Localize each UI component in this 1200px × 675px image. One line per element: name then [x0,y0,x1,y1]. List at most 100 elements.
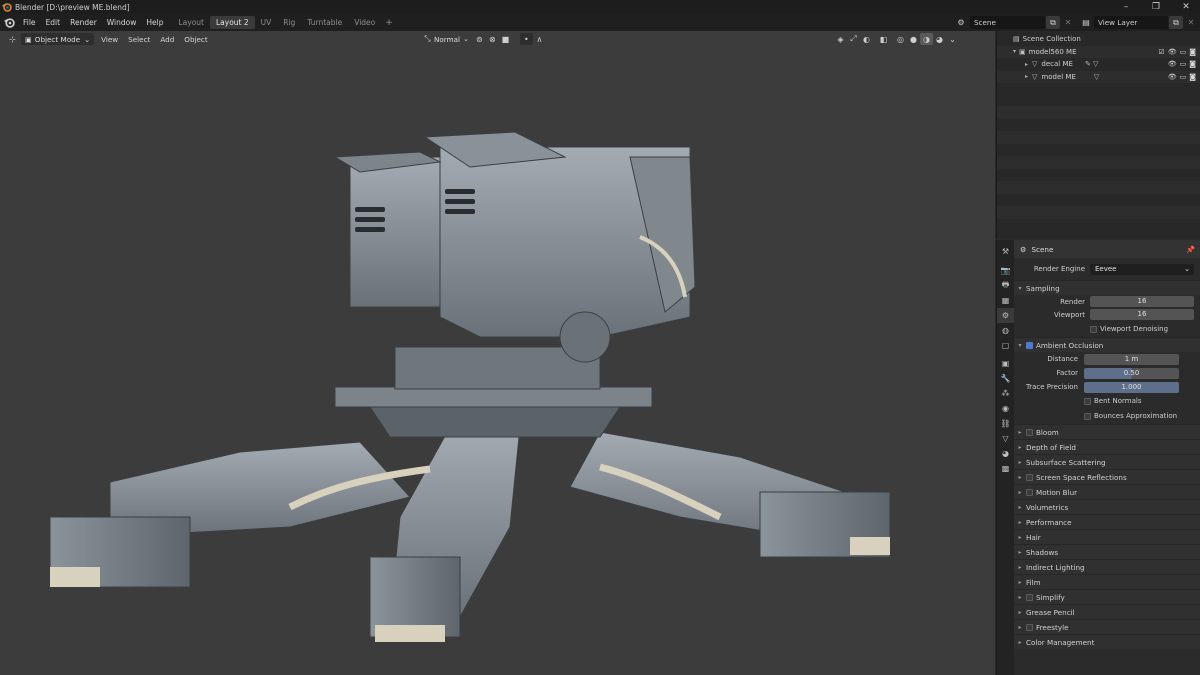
pin-icon[interactable]: 📌 [1186,245,1195,254]
xray-icon[interactable]: ◧ [877,33,890,45]
panel-grease-pencil[interactable]: ▸ Grease Pencil [1014,604,1200,619]
tab-turntable[interactable]: Turntable [301,16,348,29]
3d-viewport[interactable]: ⊹ ▣ Object Mode ⌄ View Select Add Object… [0,31,995,675]
render-tab-icon[interactable]: 📷 [997,263,1014,278]
tab-layout-2[interactable]: Layout 2 [209,16,255,29]
panel-simplify[interactable]: ▸ Simplify [1014,589,1200,604]
menu-view[interactable]: View [96,35,123,44]
panel-shadows[interactable]: ▸ Shadows [1014,544,1200,559]
eye-icon[interactable]: 👁 [1168,60,1177,68]
monitor-icon[interactable]: ▭ [1180,73,1187,81]
outliner-item-model[interactable]: ▸ ▽ model ME ▽ 👁 ▭ ◙ [997,70,1200,83]
delete-scene-icon[interactable]: ✕ [1061,16,1075,29]
close-button[interactable]: ✕ [1171,0,1200,14]
menu-select[interactable]: Select [123,35,155,44]
shading-options-icon[interactable]: ⌄ [946,33,959,45]
menu-window[interactable]: Window [102,14,142,31]
outliner-item-decal[interactable]: ▸ ▽ decal ME ✎ ▽ 👁 ▭ ◙ [997,58,1200,71]
object-tab-icon[interactable]: ▣ [997,356,1014,371]
mode-dropdown[interactable]: ▣ Object Mode ⌄ [21,33,95,45]
camera-icon[interactable]: ◙ [1189,73,1196,81]
modifier-tab-icon[interactable]: 🔧 [997,371,1014,386]
tab-rig[interactable]: Rig [277,16,301,29]
pivot-icon[interactable]: ⊚ [473,33,486,45]
ambient-occlusion-checkbox[interactable] [1026,341,1033,349]
ao-trace-precision-slider[interactable]: 1.000 [1084,381,1179,393]
camera-icon[interactable]: ◙ [1189,48,1196,56]
delete-view-layer-icon[interactable]: ✕ [1184,16,1198,29]
panel-checkbox[interactable] [1026,623,1033,631]
panel-color-management[interactable]: ▸ Color Management [1014,634,1200,649]
solid-shading-icon[interactable]: ● [907,33,920,45]
orientation-icon[interactable]: ⤡ [421,33,434,45]
view-layer-tab-icon[interactable]: ▦ [997,293,1014,308]
panel-ambient-occlusion[interactable]: ▾ Ambient Occlusion [1014,337,1200,352]
overlay-icon[interactable]: ◐ [860,33,873,45]
menu-render[interactable]: Render [65,14,102,31]
ao-factor-slider[interactable]: 0.50 [1084,367,1179,379]
panel-checkbox[interactable] [1026,488,1033,496]
collection-tab-icon[interactable]: ▢ [997,338,1014,353]
panel-motion-blur[interactable]: ▸ Motion Blur [1014,484,1200,499]
new-view-layer-icon[interactable]: ⧉ [1169,16,1183,29]
editor-type-icon[interactable]: ⊹ [6,33,19,45]
snap-target-icon[interactable]: ■ [499,33,512,45]
outliner-root[interactable]: ▤ Scene Collection [997,33,1200,46]
panel-volumetrics[interactable]: ▸ Volumetrics [1014,499,1200,514]
sampling-viewport-field[interactable]: 16 [1090,309,1194,320]
scene-selector[interactable]: Scene [970,16,1045,29]
tab-uv[interactable]: UV [255,16,278,29]
panel-screen-space-reflections[interactable]: ▸ Screen Space Reflections [1014,469,1200,484]
visibility-icon[interactable]: ◈ [834,33,847,45]
bent-normals-checkbox[interactable] [1084,397,1091,405]
material-tab-icon[interactable]: ◕ [997,446,1014,461]
physics-tab-icon[interactable]: ◉ [997,401,1014,416]
turret-model[interactable] [40,97,910,675]
panel-checkbox[interactable] [1026,593,1033,601]
tab-video[interactable]: Video [348,16,381,29]
tool-tab-icon[interactable]: ⚒ [997,244,1014,259]
menu-help[interactable]: Help [141,14,168,31]
new-scene-icon[interactable]: ⧉ [1046,16,1060,29]
bounces-approx-checkbox[interactable] [1084,412,1091,420]
menu-file[interactable]: File [18,14,41,31]
texture-tab-icon[interactable]: ▩ [997,461,1014,476]
view-layer-icon[interactable]: ▤ [1079,16,1093,29]
render-engine-dropdown[interactable]: Eevee ⌄ [1090,263,1194,275]
snap-icon[interactable]: ⊗ [486,33,499,45]
view-layer-selector[interactable]: View Layer [1094,16,1168,29]
orientation-label[interactable]: Normal [434,35,460,44]
minimize-button[interactable]: – [1111,0,1141,14]
expand-right-icon[interactable]: ▸ [1025,61,1028,68]
panel-performance[interactable]: ▸ Performance [1014,514,1200,529]
panel-bloom[interactable]: ▸ Bloom [1014,424,1200,439]
menu-object[interactable]: Object [179,35,212,44]
output-tab-icon[interactable]: 🖶 [997,278,1014,293]
panel-checkbox[interactable] [1026,428,1033,436]
eye-icon[interactable]: 👁 [1168,48,1177,56]
include-checkbox-icon[interactable]: ☑ [1158,48,1164,56]
expand-down-icon[interactable]: ▾ [1013,48,1016,55]
scene-tab-icon[interactable]: ⚙ [997,308,1014,323]
viewport-denoising-checkbox[interactable] [1090,325,1097,333]
falloff-icon[interactable]: ∧ [533,33,546,45]
blender-menu-icon[interactable] [0,14,18,31]
wireframe-shading-icon[interactable]: ◎ [894,33,907,45]
panel-hair[interactable]: ▸ Hair [1014,529,1200,544]
outliner-item-model560[interactable]: ▾ ▣ model560 ME ☑ 👁 ▭ ◙ [997,45,1200,58]
panel-sampling[interactable]: ▾ Sampling [1014,280,1200,295]
panel-subsurface-scattering[interactable]: ▸ Subsurface Scattering [1014,454,1200,469]
panel-indirect-lighting[interactable]: ▸ Indirect Lighting [1014,559,1200,574]
camera-icon[interactable]: ◙ [1189,60,1196,68]
panel-depth-of-field[interactable]: ▸ Depth of Field [1014,439,1200,454]
proportional-edit-icon[interactable]: • [519,33,533,45]
sampling-render-field[interactable]: 16 [1090,296,1194,307]
monitor-icon[interactable]: ▭ [1180,48,1187,56]
panel-freestyle[interactable]: ▸ Freestyle [1014,619,1200,634]
data-tab-icon[interactable]: ▽ [997,431,1014,446]
monitor-icon[interactable]: ▭ [1180,60,1187,68]
world-tab-icon[interactable]: ◍ [997,323,1014,338]
scene-type-icon[interactable]: ⚙ [954,16,968,29]
material-shading-icon[interactable]: ◑ [920,33,933,45]
panel-checkbox[interactable] [1026,473,1033,481]
